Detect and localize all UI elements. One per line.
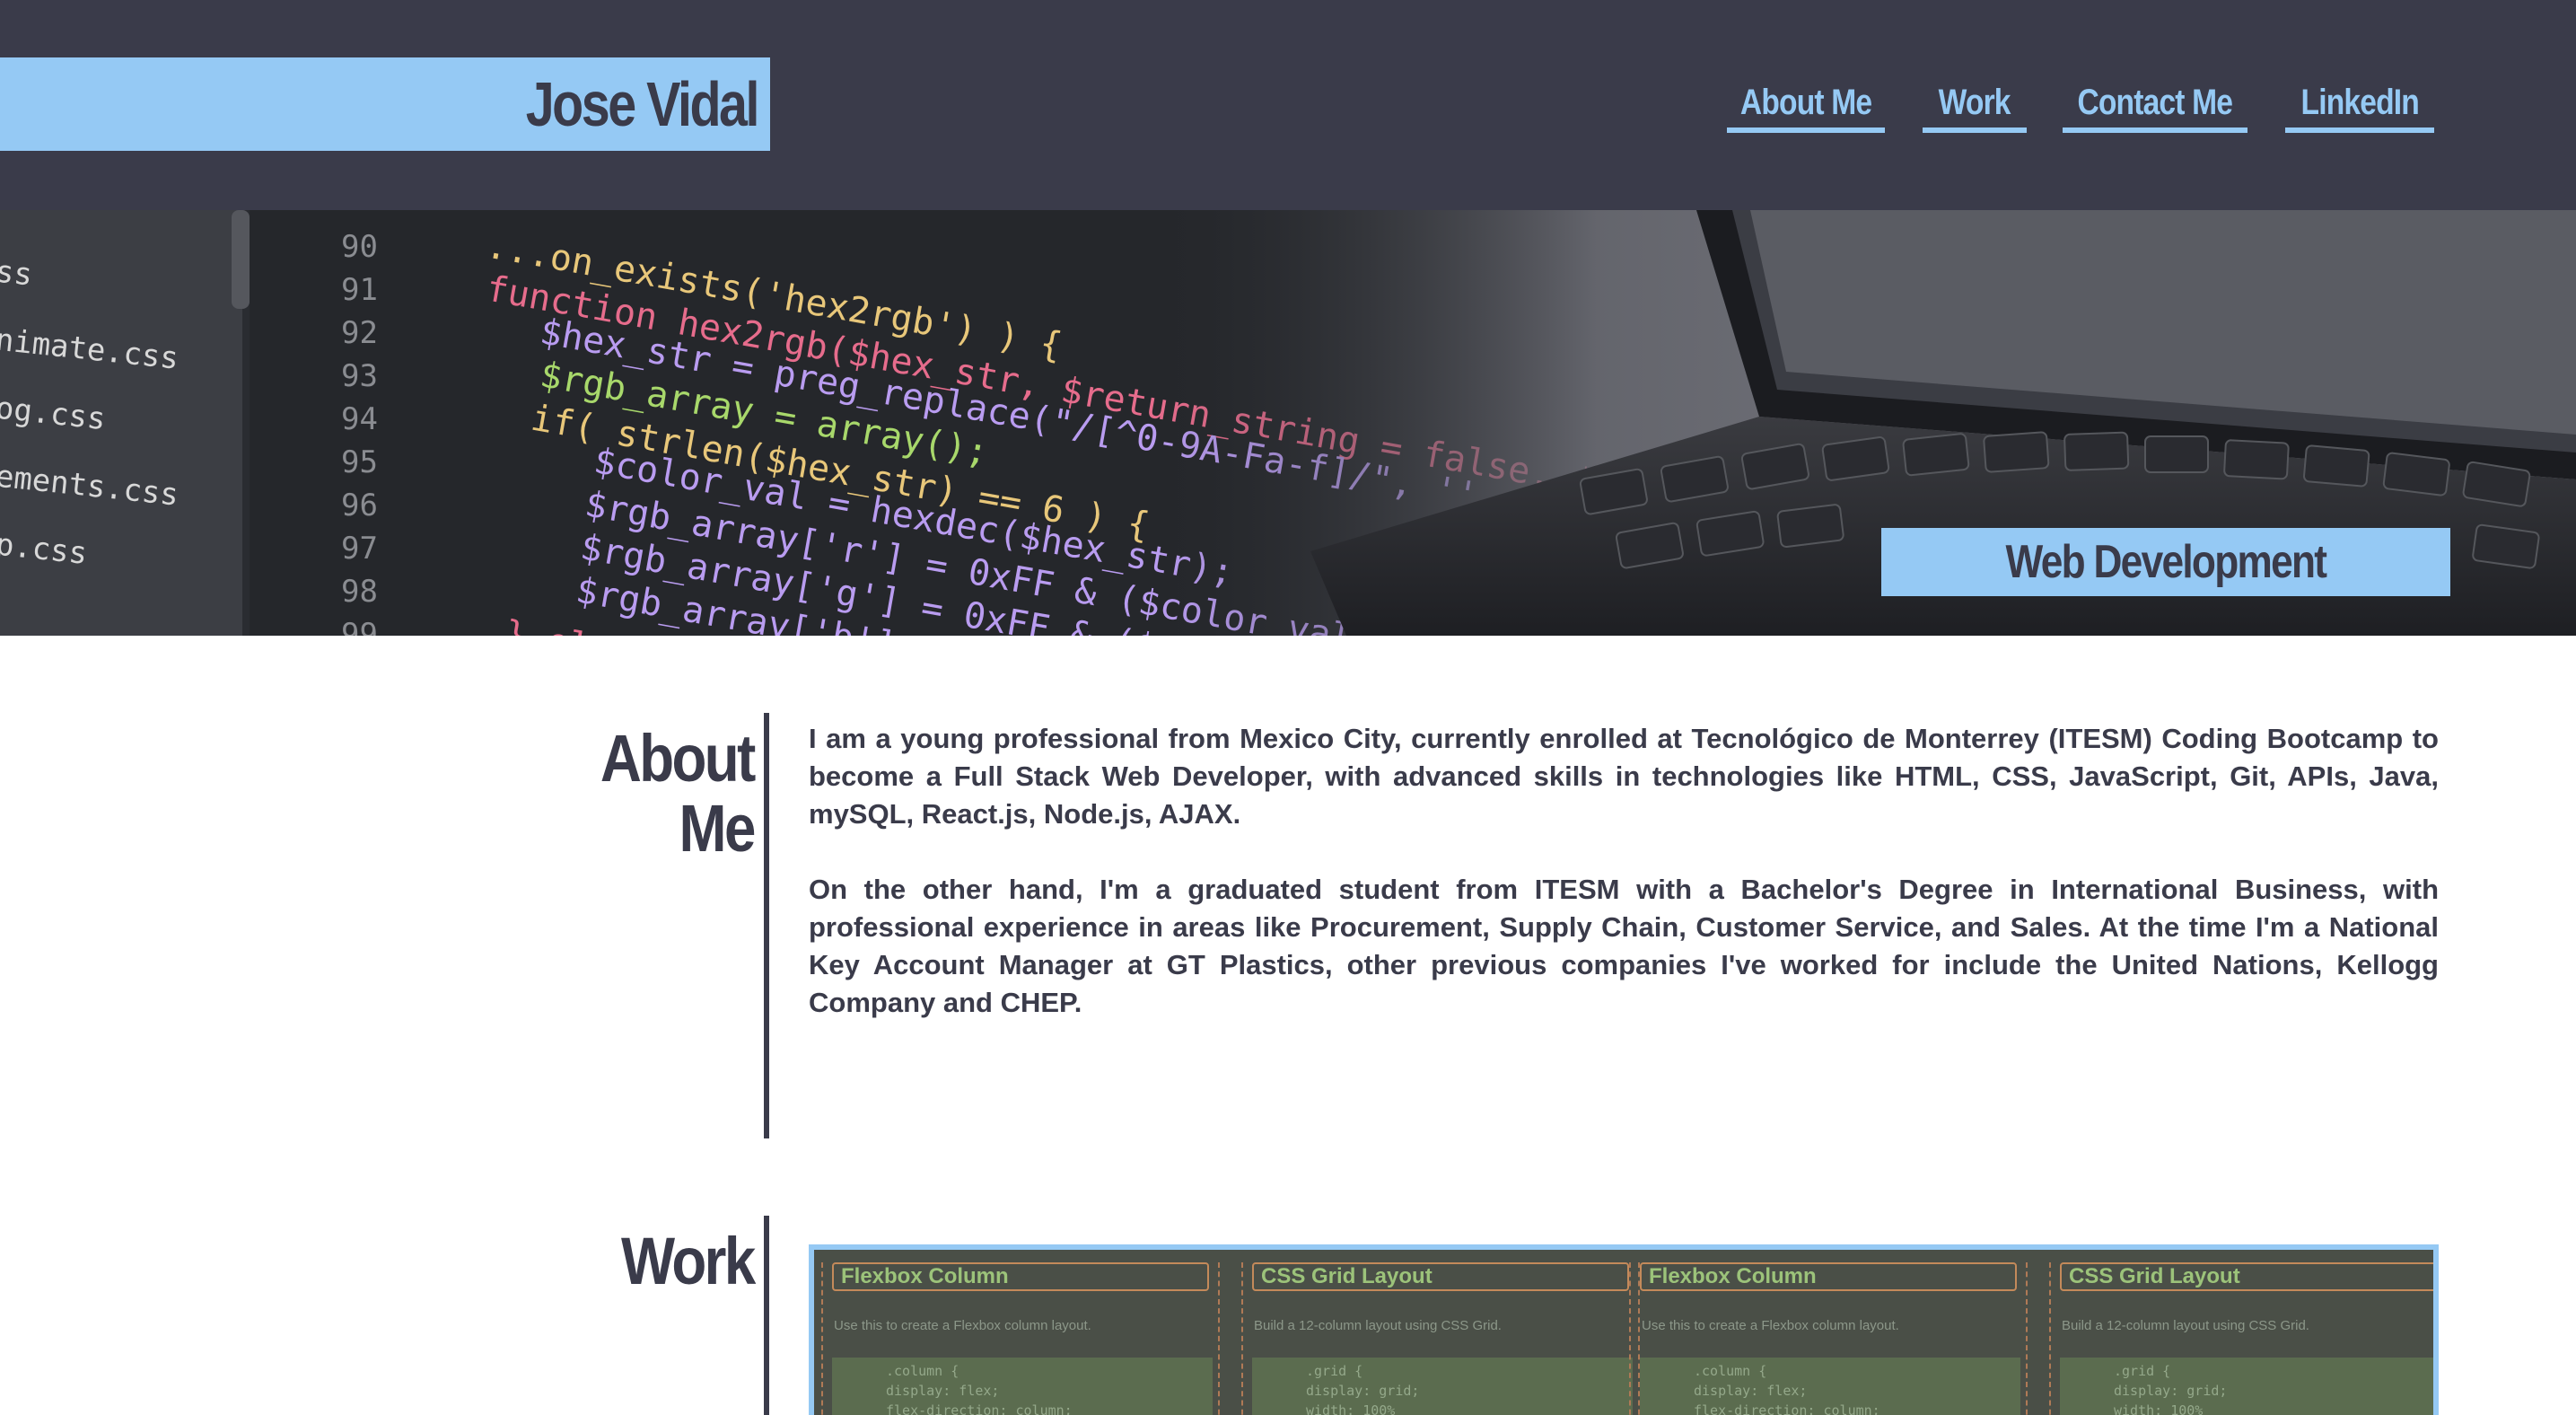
nav-contact-me[interactable]: Contact Me [2063, 77, 2247, 133]
about-paragraph-2: On the other hand, I'm a graduated stude… [809, 874, 2439, 1018]
work-tile[interactable]: Flexbox Column Use this to create a Flex… [821, 1262, 1220, 1415]
work-preview[interactable]: Flexbox Column Use this to create a Flex… [809, 1244, 2439, 1415]
work-divider [764, 1216, 769, 1415]
nav-about-me[interactable]: About Me [1727, 77, 1885, 133]
nav-linkedin[interactable]: LinkedIn [2285, 77, 2434, 133]
about-title: About Me [600, 721, 756, 866]
about-divider [764, 713, 769, 1138]
work-tile[interactable]: CSS Grid Layout Build a 12-column layout… [1241, 1262, 1640, 1415]
about-text: I am a young professional from Mexico Ci… [809, 720, 2439, 1059]
brand-banner[interactable]: Jose Vidal [0, 57, 770, 151]
nav-work[interactable]: Work [1923, 77, 2027, 133]
about-paragraph-1: I am a young professional from Mexico Ci… [809, 723, 2439, 830]
hero-badge: Web Development [1881, 528, 2450, 596]
site-title: Jose Vidal [525, 69, 760, 139]
hero-banner: ssnimate.cssog.cssements.cssp.css 90...o… [0, 210, 2576, 636]
work-title: Work [621, 1224, 756, 1298]
site-header: Jose Vidal About Me Work Contact Me Link… [0, 0, 2576, 210]
work-tile[interactable]: Flexbox Column Use this to create a Flex… [1629, 1262, 2028, 1415]
work-tile[interactable]: CSS Grid Layout Build a 12-column layout… [2049, 1262, 2433, 1415]
